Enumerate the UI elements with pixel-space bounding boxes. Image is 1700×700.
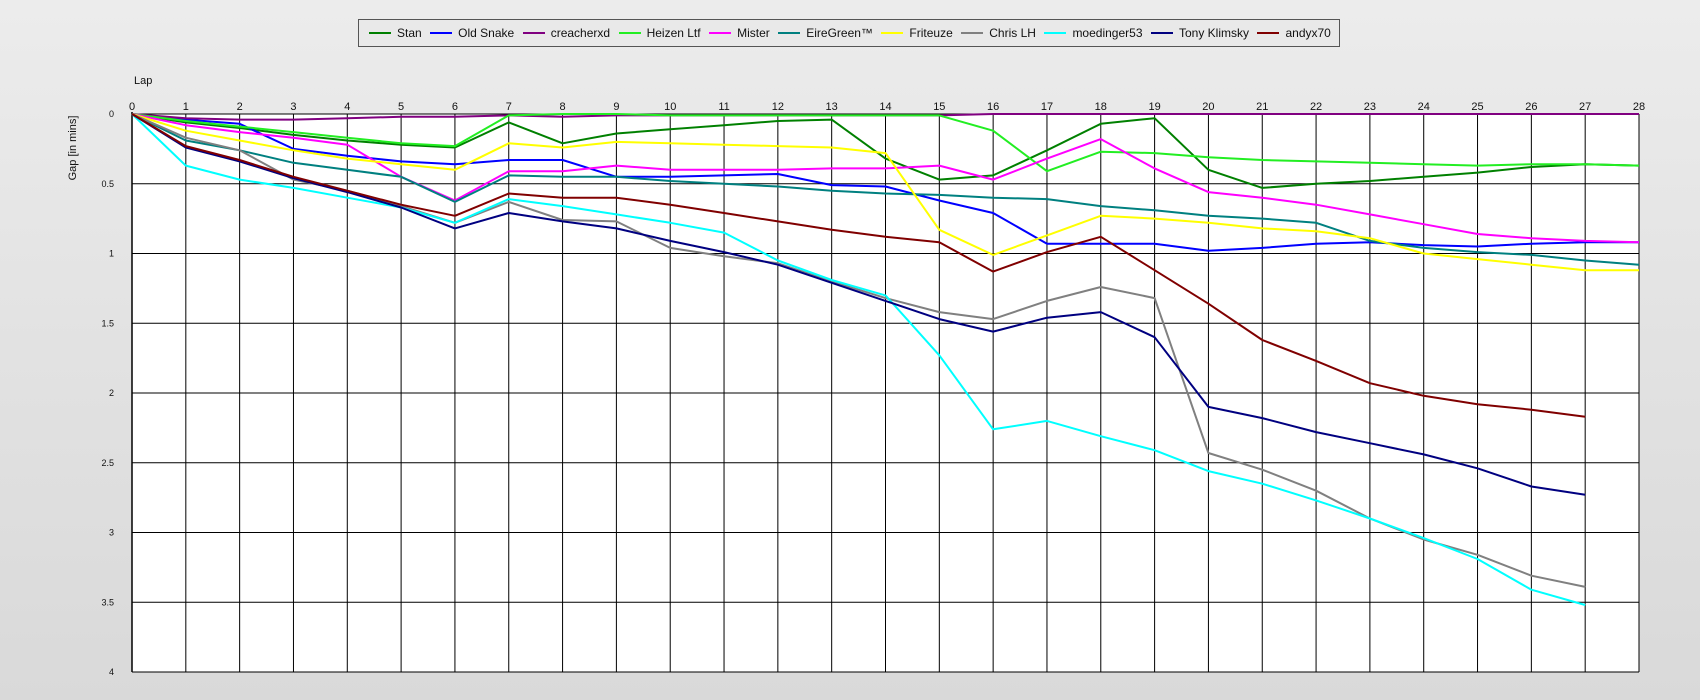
x-tick-label: 8 bbox=[560, 101, 566, 113]
y-tick-label: 0.5 bbox=[101, 179, 114, 189]
x-tick-label: 17 bbox=[1041, 101, 1053, 113]
x-tick-label: 21 bbox=[1256, 101, 1268, 113]
x-tick-label: 19 bbox=[1148, 101, 1160, 113]
x-tick-label: 25 bbox=[1471, 101, 1483, 113]
x-tick-label: 18 bbox=[1095, 101, 1107, 113]
x-tick-label: 3 bbox=[290, 101, 296, 113]
y-tick-label: 1.5 bbox=[101, 318, 114, 328]
x-tick-label: 0 bbox=[129, 101, 135, 113]
x-tick-label: 24 bbox=[1418, 101, 1430, 113]
x-tick-label: 4 bbox=[344, 101, 350, 113]
x-tick-label: 13 bbox=[826, 101, 838, 113]
x-tick-label: 15 bbox=[933, 101, 945, 113]
x-tick-label: 6 bbox=[452, 101, 458, 113]
x-tick-label: 2 bbox=[237, 101, 243, 113]
y-tick-label: 3 bbox=[109, 528, 114, 538]
x-tick-label: 14 bbox=[879, 101, 891, 113]
x-tick-label: 1 bbox=[183, 101, 189, 113]
y-axis-label: Gap [in mins] bbox=[67, 116, 79, 181]
y-tick-label: 2 bbox=[109, 388, 114, 398]
y-tick-label: 1 bbox=[109, 249, 114, 259]
x-tick-label: 23 bbox=[1364, 101, 1376, 113]
x-tick-label: 9 bbox=[613, 101, 619, 113]
x-tick-label: 22 bbox=[1310, 101, 1322, 113]
x-tick-label: 16 bbox=[987, 101, 999, 113]
chart: 0 1 2 3 4 5 6 7 8 9 10 11 12 13 14 15 16 17 18 19 20 21 22 23 24… bbox=[67, 75, 1645, 677]
x-tick-label: 5 bbox=[398, 101, 404, 113]
x-tick-label: 20 bbox=[1202, 101, 1214, 113]
x-tick-label: 10 bbox=[664, 101, 676, 113]
x-tick-label: 12 bbox=[772, 101, 784, 113]
y-tick-label: 0 bbox=[109, 109, 114, 119]
x-tick-label: 7 bbox=[506, 101, 512, 113]
y-tick-label: 2.5 bbox=[101, 458, 114, 468]
x-axis-label: Lap bbox=[134, 75, 152, 87]
x-tick-label: 11 bbox=[718, 101, 729, 113]
x-tick-label: 28 bbox=[1633, 101, 1645, 113]
y-tick-label: 4 bbox=[109, 667, 114, 677]
x-tick-label: 26 bbox=[1525, 101, 1537, 113]
y-tick-label: 3.5 bbox=[101, 597, 114, 607]
x-tick-label: 27 bbox=[1579, 101, 1591, 113]
